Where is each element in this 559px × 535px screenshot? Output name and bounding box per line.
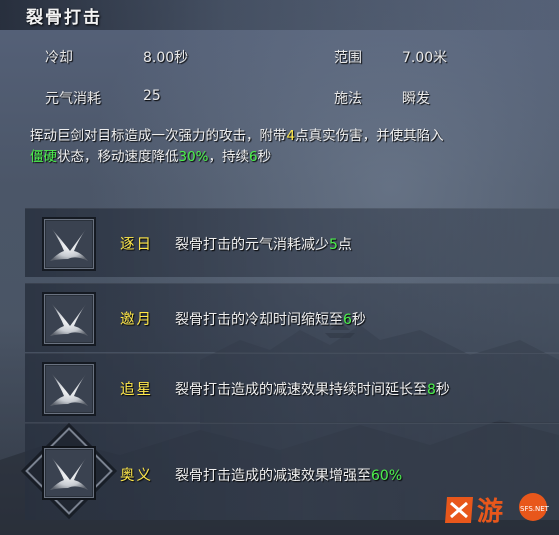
talent-name: 奥义 [120, 468, 153, 484]
cast-value: 瞬发 [402, 91, 430, 107]
logo-sub: SFS.NET [520, 505, 550, 513]
desc-damage-value: 4 [286, 128, 296, 144]
cooldown-value: 8.00秒 [143, 50, 189, 66]
talent-description: 裂骨打击造成的减速效果持续时间延长至8秒 [175, 379, 450, 399]
desc-slow-value: 30% [178, 149, 209, 165]
talent-row-1[interactable]: 逐日 裂骨打击的元气消耗减少5点 [25, 208, 559, 277]
talent-description: 裂骨打击的元气消耗减少5点 [175, 234, 352, 254]
talent-text: 裂骨打击造成的减速效果持续时间延长至 [175, 382, 427, 398]
talent-value: 5 [329, 237, 338, 253]
talent-value: 8 [427, 382, 436, 398]
talent-row-2[interactable]: 邀月 裂骨打击的冷却时间缩短至6秒 [25, 283, 559, 352]
talent-text: 秒 [435, 382, 450, 398]
talent-value: 60% [371, 468, 403, 484]
talent-text: 秒 [351, 312, 366, 328]
site-logo: 游 SFS.NET [443, 489, 555, 533]
desc-text: 状态，移动速度降低 [57, 149, 179, 165]
talent-text: 裂骨打击造成的减速效果增强至 [175, 468, 371, 484]
talent-text: 裂骨打击的元气消耗减少 [175, 237, 329, 253]
desc-text: 挥动巨剑对目标造成一次强力的攻击，附带 [30, 128, 287, 144]
talent-description: 裂骨打击造成的减速效果增强至60% [175, 465, 402, 485]
talent-name: 邀月 [120, 312, 153, 328]
talent-text: 点 [337, 237, 352, 253]
range-value: 7.00米 [402, 50, 448, 66]
skill-title: 裂骨打击 [26, 8, 102, 28]
sword-slash-icon [42, 217, 96, 271]
talent-name: 追星 [120, 382, 153, 398]
talent-row-3[interactable]: 追星 裂骨打击造成的减速效果持续时间延长至8秒 [25, 353, 559, 422]
cast-label: 施法 [334, 91, 362, 107]
talent-description: 裂骨打击的冷却时间缩短至6秒 [175, 309, 366, 329]
sword-slash-icon [42, 292, 96, 346]
range-label: 范围 [334, 50, 362, 66]
desc-text: 点真实伤害，并使其陷入 [295, 128, 444, 144]
cost-label: 元气消耗 [45, 91, 101, 107]
sword-slash-icon [42, 362, 96, 416]
logo-text: 游 [477, 497, 503, 527]
talent-text: 裂骨打击的冷却时间缩短至 [175, 312, 343, 328]
desc-text: 秒 [257, 149, 272, 165]
desc-status-effect: 僵硬 [30, 149, 57, 165]
cooldown-label: 冷却 [45, 50, 73, 66]
cost-value: 25 [143, 88, 161, 104]
talent-value: 6 [343, 312, 352, 328]
skill-description: 挥动巨剑对目标造成一次强力的攻击，附带4点真实伤害，并使其陷入僵硬状态，移动速度… [30, 126, 548, 168]
sword-slash-icon [42, 446, 96, 500]
desc-duration-value: 6 [249, 149, 258, 165]
talent-name: 逐日 [120, 237, 153, 253]
desc-text: ，持续 [208, 149, 250, 165]
